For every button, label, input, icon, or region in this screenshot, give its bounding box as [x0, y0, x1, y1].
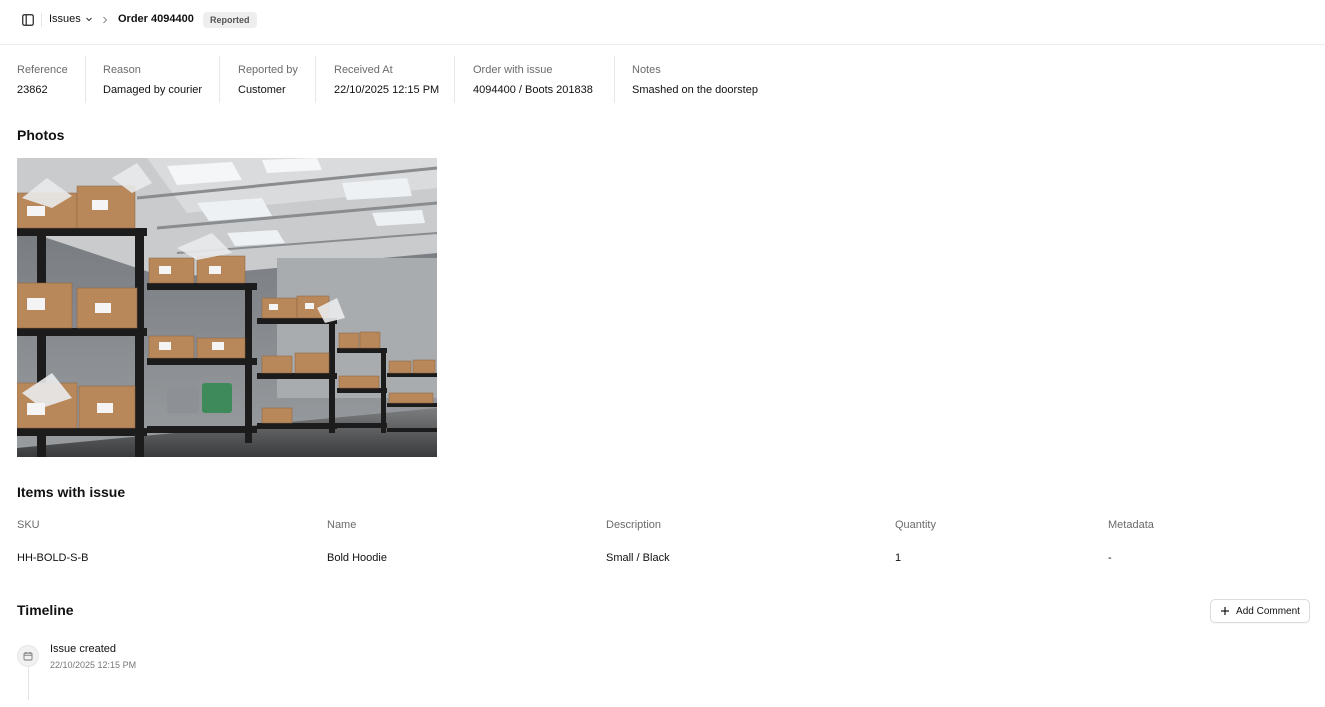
meta-label: Reference: [17, 64, 68, 76]
divider: [219, 56, 220, 103]
meta-label: Reported by: [238, 64, 298, 76]
add-comment-button[interactable]: Add Comment: [1210, 599, 1310, 623]
status-badge: Reported: [203, 12, 257, 28]
chevron-down-icon: [85, 17, 92, 22]
top-bar: Issues Order 4094400 Reported: [0, 0, 1325, 45]
meta-label: Reason: [103, 64, 141, 76]
sidebar-toggle-icon[interactable]: [20, 12, 36, 28]
add-comment-label: Add Comment: [1236, 605, 1300, 617]
divider: [454, 56, 455, 103]
meta-label: Notes: [632, 64, 661, 76]
column-header-description[interactable]: Description: [606, 519, 661, 531]
meta-value: Smashed on the doorstep: [632, 84, 758, 96]
items-heading: Items with issue: [17, 484, 126, 500]
meta-label: Order with issue: [473, 64, 553, 76]
timeline-event-time: 22/10/2025 12:15 PM: [50, 660, 137, 670]
divider: [614, 56, 615, 103]
meta-value: 22/10/2025 12:15 PM: [334, 84, 440, 96]
divider: [315, 56, 316, 103]
meta-value: Damaged by courier: [103, 84, 203, 96]
cell-quantity: 1: [895, 552, 902, 564]
column-header-quantity[interactable]: Quantity: [895, 519, 936, 531]
issue-photo[interactable]: [17, 158, 437, 457]
breadcrumb-issues[interactable]: Issues: [49, 13, 93, 25]
cell-sku: HH-BOLD-S-B: [17, 552, 89, 564]
chevron-right-icon: [103, 16, 108, 24]
timeline-event-marker: [17, 645, 39, 667]
meta-value: 23862: [17, 84, 48, 96]
cell-description: Small / Black: [606, 552, 670, 564]
column-header-metadata[interactable]: Metadata: [1108, 519, 1154, 531]
breadcrumb-issues-label: Issues: [49, 13, 81, 25]
meta-label: Received At: [334, 64, 393, 76]
timeline-event-title: Issue created: [50, 643, 117, 655]
meta-value: Customer: [238, 84, 286, 96]
column-header-name[interactable]: Name: [327, 519, 356, 531]
plus-icon: [1221, 607, 1230, 615]
calendar-icon: [23, 652, 33, 661]
cell-metadata: -: [1108, 552, 1112, 564]
meta-value[interactable]: 4094400 / Boots 201838: [473, 84, 593, 96]
divider: [41, 13, 42, 27]
page-title: Order 4094400: [118, 13, 194, 25]
column-header-sku[interactable]: SKU: [17, 519, 40, 531]
photos-heading: Photos: [17, 127, 65, 143]
cell-name: Bold Hoodie: [327, 552, 387, 564]
divider: [85, 56, 86, 103]
timeline-heading: Timeline: [17, 602, 74, 618]
